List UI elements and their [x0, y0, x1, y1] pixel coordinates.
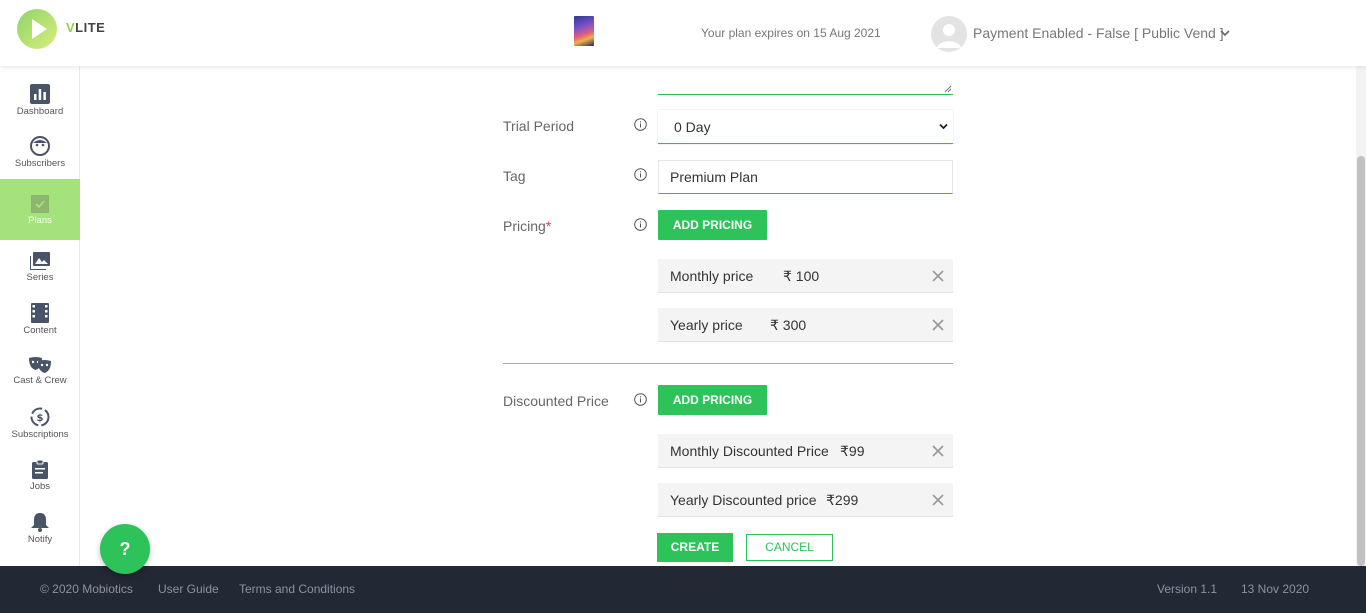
sidebar-item-cast-crew[interactable]: Cast & Crew	[0, 357, 80, 409]
dollar-cycle-icon: $	[30, 407, 50, 427]
price-row-monthly: Monthly price ₹ 100	[658, 259, 953, 293]
plan-expiry-text: Your plan expires on 15 Aug 2021	[701, 26, 881, 40]
top-header: VLITE Your plan expires on 15 Aug 2021 P…	[0, 0, 1366, 66]
sidebar-item-label: Plans	[28, 215, 52, 226]
build-date-text: 13 Nov 2020	[1241, 582, 1310, 596]
tag-value: Premium Plan	[670, 169, 758, 185]
footer: © 2020 Mobiotics User Guide Terms and Co…	[0, 566, 1366, 613]
close-icon[interactable]	[931, 444, 945, 458]
trial-period-select[interactable]: 0 Day	[658, 110, 953, 144]
trial-period-label: Trial Period	[503, 118, 575, 134]
cancel-button[interactable]: CANCEL	[746, 534, 833, 561]
svg-text:$: $	[37, 413, 44, 424]
sidebar-item-label: Dashboard	[16, 106, 64, 117]
user-icon	[937, 24, 961, 48]
film-icon	[31, 303, 49, 323]
pricing-label: Pricing*	[503, 218, 552, 234]
sidebar-nav: Dashboard Subscribers Plans Series Conte…	[0, 66, 80, 566]
close-icon[interactable]	[931, 269, 945, 283]
sidebar-item-subscriptions[interactable]: $ Subscriptions	[0, 407, 80, 459]
sidebar-item-label: Cast & Crew	[13, 375, 67, 386]
logo-text: VLITE	[66, 20, 106, 35]
sidebar-item-label: Content	[23, 325, 57, 336]
sidebar-item-plans[interactable]: Plans	[0, 179, 80, 240]
close-icon[interactable]	[931, 318, 945, 332]
close-icon[interactable]	[931, 493, 945, 507]
face-icon	[30, 136, 50, 156]
sidebar-item-notify[interactable]: Notify	[0, 512, 80, 564]
description-textarea[interactable]	[658, 66, 953, 95]
info-icon[interactable]	[634, 168, 647, 181]
price-label: Monthly Discounted Price	[670, 443, 829, 459]
terms-link[interactable]: Terms and Conditions	[239, 582, 355, 596]
add-pricing-button[interactable]: ADD PRICING	[658, 210, 767, 240]
info-icon[interactable]	[634, 393, 647, 406]
checkbox-icon	[31, 195, 49, 213]
price-label: Yearly price	[670, 317, 743, 333]
info-icon[interactable]	[634, 218, 647, 231]
masks-icon	[29, 357, 51, 373]
create-button[interactable]: CREATE	[657, 533, 733, 562]
sidebar-item-jobs[interactable]: Jobs	[0, 460, 80, 512]
tag-label: Tag	[503, 168, 526, 184]
content-poster-thumbnail[interactable]	[574, 16, 594, 46]
add-discounted-pricing-button[interactable]: ADD PRICING	[658, 385, 767, 415]
chevron-down-icon	[939, 123, 948, 130]
price-label: Monthly price	[670, 268, 754, 284]
sidebar-item-label: Jobs	[29, 481, 51, 492]
price-label: Yearly Discounted price	[670, 492, 817, 508]
user-guide-link[interactable]: User Guide	[158, 582, 219, 596]
tag-input[interactable]: Premium Plan	[658, 160, 953, 194]
sidebar-item-label: Subscribers	[14, 158, 66, 169]
scrollbar-thumb[interactable]	[1357, 156, 1365, 566]
images-icon	[30, 252, 50, 270]
trial-period-value: 0 Day	[674, 119, 711, 135]
price-value: ₹ 300	[770, 317, 807, 333]
help-button[interactable]: ?	[100, 524, 150, 574]
resize-grip-icon[interactable]	[944, 85, 952, 93]
price-value: ₹ 100	[783, 268, 820, 284]
sidebar-item-series[interactable]: Series	[0, 252, 80, 304]
price-value: ₹299	[826, 492, 859, 508]
sidebar-item-label: Notify	[27, 534, 53, 545]
bar-chart-icon	[30, 84, 50, 104]
price-value: ₹99	[840, 443, 865, 459]
account-menu-label[interactable]: Payment Enabled - False [ Public Vend ]	[973, 25, 1224, 41]
sidebar-item-label: Series	[26, 272, 54, 283]
bell-icon	[31, 513, 49, 532]
section-divider	[503, 363, 953, 364]
price-row-yearly: Yearly price ₹ 300	[658, 308, 953, 342]
copyright-text: © 2020 Mobiotics	[40, 582, 133, 596]
discounted-price-label: Discounted Price	[503, 393, 609, 409]
info-icon[interactable]	[634, 118, 647, 131]
sidebar-item-label: Subscriptions	[11, 429, 69, 440]
discount-row-yearly: Yearly Discounted price ₹299	[658, 483, 953, 517]
sidebar-item-content[interactable]: Content	[0, 303, 80, 355]
discount-row-monthly: Monthly Discounted Price ₹99	[658, 434, 953, 468]
chevron-down-icon[interactable]	[1220, 29, 1230, 37]
clipboard-icon	[32, 460, 48, 479]
version-text: Version 1.1	[1157, 582, 1218, 596]
sidebar-item-dashboard[interactable]: Dashboard	[0, 84, 80, 136]
vlite-logo-icon[interactable]	[16, 8, 64, 50]
user-avatar[interactable]	[931, 16, 967, 52]
